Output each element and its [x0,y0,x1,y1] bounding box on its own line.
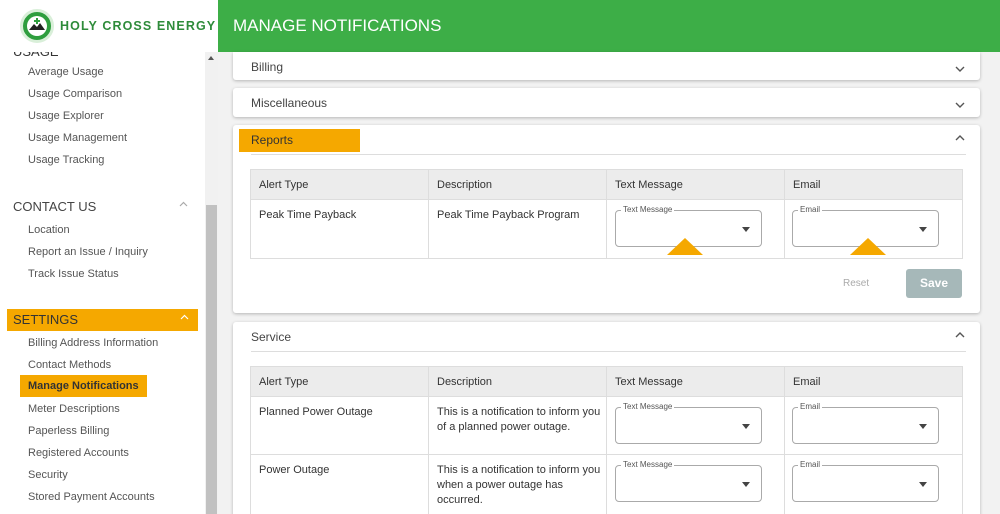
section-contact-us[interactable]: CONTACT US [13,196,197,218]
caret-down-icon [919,482,927,487]
caret-down-icon [919,227,927,232]
column-divider [428,367,429,396]
billing-panel[interactable]: Billing [233,52,980,80]
sidebar-item-location[interactable]: Location [28,220,70,240]
alert-type-cell: Power Outage [259,464,330,476]
email-select[interactable]: Email [792,402,939,444]
page-header: MANAGE NOTIFICATIONS [218,0,1000,52]
column-text-message: Text Message [615,179,683,191]
email-select-label: Email [798,205,823,215]
highlight-marker [850,238,886,255]
description-cell: This is a notification to inform you of … [437,406,601,433]
description-cell: Peak Time Payback Program [437,209,580,221]
column-divider [784,397,785,454]
table-row: Planned Power Outage This is a notificat… [251,397,962,455]
reports-panel-title[interactable]: Reports [239,129,360,152]
scroll-up-arrow-icon[interactable] [208,56,214,60]
divider [251,351,966,352]
alert-type-cell: Peak Time Payback [259,209,357,221]
sidebar-item-security[interactable]: Security [28,465,68,485]
miscellaneous-panel[interactable]: Miscellaneous [233,88,980,117]
sidebar-item-meter-descriptions[interactable]: Meter Descriptions [28,399,120,419]
page-title: MANAGE NOTIFICATIONS [233,16,442,35]
column-description: Description [437,179,493,191]
miscellaneous-panel-title: Miscellaneous [251,96,328,110]
email-select[interactable]: Email [792,460,939,502]
sidebar-item-stored-payment-accounts[interactable]: Stored Payment Accounts [28,487,155,507]
divider [251,154,966,155]
column-divider [606,367,607,396]
scrollbar-thumb[interactable] [206,205,217,514]
reset-button[interactable]: Reset [843,278,869,289]
caret-down-icon [742,424,750,429]
chevron-down-icon[interactable] [954,98,966,110]
sidebar-scrollbar[interactable] [205,52,218,514]
column-divider [606,397,607,454]
email-select-label: Email [798,402,823,412]
sidebar-item-registered-accounts[interactable]: Registered Accounts [28,443,129,463]
chevron-up-icon[interactable] [954,328,966,340]
column-email: Email [793,179,821,191]
service-panel: Service Alert Type Description Text Mess… [233,322,980,514]
column-divider [784,170,785,199]
table-header: Alert Type Description Text Message Emai… [251,170,962,200]
service-table: Alert Type Description Text Message Emai… [250,366,963,514]
sidebar-item-report-issue[interactable]: Report an Issue / Inquiry [28,242,148,262]
column-divider [784,367,785,396]
brand-name: HOLY CROSS ENERGY [60,19,217,33]
column-divider [784,455,785,514]
text-message-select-label: Text Message [621,402,675,412]
chevron-up-icon[interactable] [954,131,966,143]
caret-down-icon [919,424,927,429]
alert-type-cell: Planned Power Outage [259,406,373,418]
brand-logo[interactable]: HOLY CROSS ENERGY [0,0,218,52]
description-cell: This is a notification to inform you whe… [437,464,601,506]
text-message-select-label: Text Message [621,460,675,470]
column-text-message: Text Message [615,376,683,388]
text-message-select[interactable]: Text Message [615,460,762,502]
reports-panel: Reports Alert Type Description Text Mess… [233,125,980,313]
holy-cross-logo-icon [20,9,54,43]
text-message-select-label: Text Message [621,205,675,215]
column-divider [606,170,607,199]
sidebar-item-usage-management[interactable]: Usage Management [28,128,127,148]
sidebar-item-contact-methods[interactable]: Contact Methods [28,355,111,375]
sidebar-item-paperless-billing[interactable]: Paperless Billing [28,421,109,441]
email-select-label: Email [798,460,823,470]
sidebar-item-average-usage[interactable]: Average Usage [28,62,104,82]
save-button[interactable]: Save [906,269,962,298]
sidebar-item-usage-comparison[interactable]: Usage Comparison [28,84,122,104]
text-message-select[interactable]: Text Message [615,402,762,444]
sidebar-item-billing-address[interactable]: Billing Address Information [28,333,158,353]
column-divider [428,170,429,199]
service-panel-title[interactable]: Service [251,330,291,344]
chevron-up-icon [178,196,189,218]
caret-down-icon [742,482,750,487]
column-divider [606,455,607,514]
sidebar: USAGE Average Usage Usage Comparison Usa… [0,0,218,514]
highlight-marker [667,238,703,255]
column-alert-type: Alert Type [259,179,309,191]
sidebar-item-usage-tracking[interactable]: Usage Tracking [28,150,104,170]
chevron-down-icon[interactable] [954,62,966,74]
column-email: Email [793,376,821,388]
column-divider [606,200,607,258]
chevron-up-icon [179,309,190,331]
column-alert-type: Alert Type [259,376,309,388]
section-contact-us-label: CONTACT US [13,199,97,214]
caret-down-icon [742,227,750,232]
billing-panel-title: Billing [251,60,284,74]
column-divider [784,200,785,258]
section-settings[interactable]: SETTINGS [7,309,198,331]
section-settings-label: SETTINGS [13,312,79,327]
sidebar-item-usage-explorer[interactable]: Usage Explorer [28,106,104,126]
table-row: Power Outage This is a notification to i… [251,455,962,514]
table-header: Alert Type Description Text Message Emai… [251,367,962,397]
column-description: Description [437,376,493,388]
sidebar-item-manage-notifications[interactable]: Manage Notifications [20,375,147,397]
sidebar-item-track-issue-status[interactable]: Track Issue Status [28,264,119,284]
